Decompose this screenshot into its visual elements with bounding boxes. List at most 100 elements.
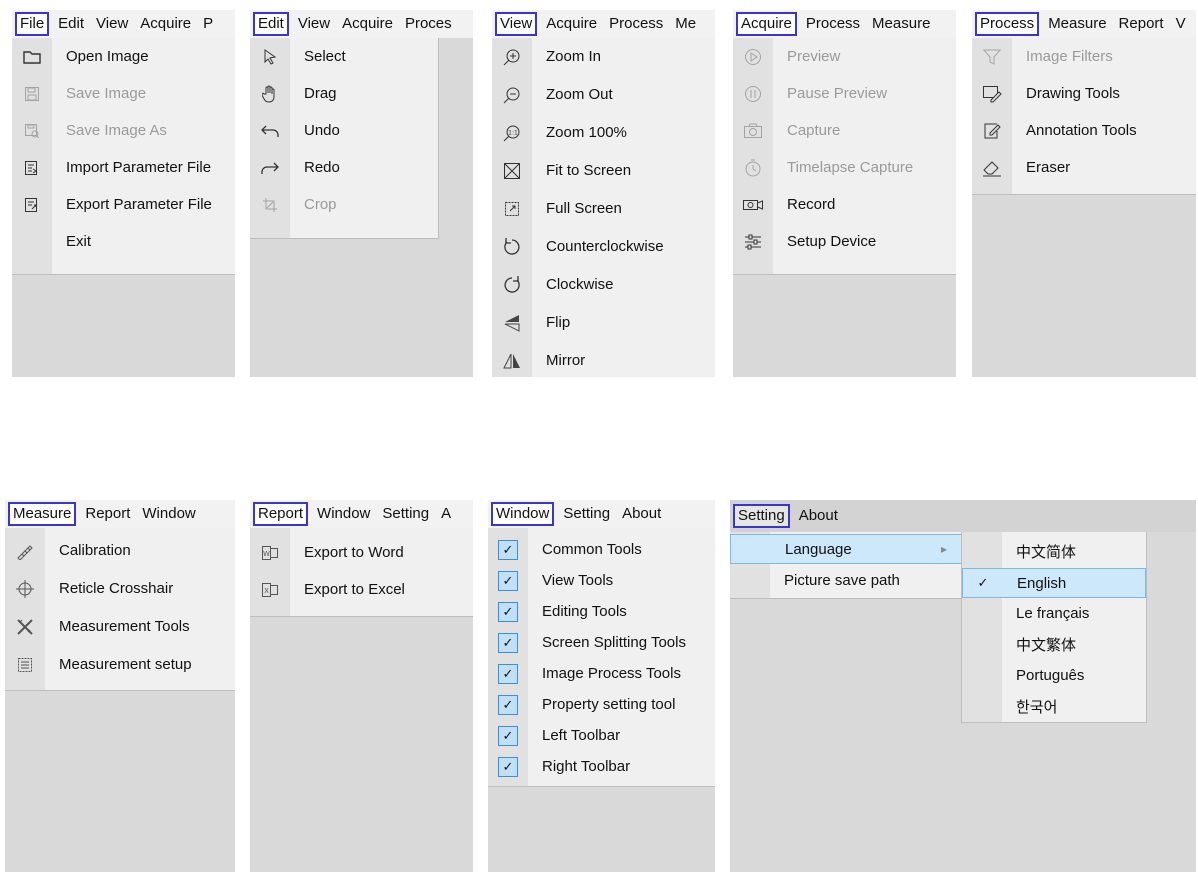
menu-item-image-process-tools[interactable]: ✓ Image Process Tools: [488, 658, 715, 689]
menu-item-save-image-as[interactable]: Save Image As: [12, 112, 235, 149]
menu-item-flip[interactable]: Flip: [492, 304, 715, 341]
menu-item-capture[interactable]: Capture: [733, 112, 956, 149]
menu-window-partial[interactable]: V: [1170, 11, 1192, 37]
menu-item-crop[interactable]: Crop: [250, 186, 438, 223]
menu-item-export-parameter-file[interactable]: Export Parameter File: [12, 186, 235, 223]
flip-icon: [492, 304, 532, 341]
menu-item-language[interactable]: Language ▸: [730, 534, 962, 564]
menu-item-eraser[interactable]: Eraser: [972, 149, 1196, 186]
acquire-menu-panel: Acquire Process Measure Preview Pause Pr…: [733, 10, 956, 377]
menu-file[interactable]: File: [15, 12, 50, 36]
menu-item-picture-save-path[interactable]: Picture save path: [730, 564, 962, 596]
menu-measure[interactable]: Measure: [8, 502, 77, 526]
menu-measure[interactable]: Measure: [1042, 11, 1112, 37]
menu-item-counterclockwise[interactable]: Counterclockwise: [492, 228, 715, 265]
eraser-icon: [972, 149, 1012, 186]
menu-window[interactable]: Window: [491, 502, 555, 526]
folder-icon: [12, 38, 52, 75]
menu-item-screen-splitting-tools[interactable]: ✓ Screen Splitting Tools: [488, 627, 715, 658]
menu-item-mirror[interactable]: Mirror: [492, 342, 715, 377]
menu-acquire[interactable]: Acquire: [736, 12, 797, 36]
language-option-korean[interactable]: 한국어: [962, 691, 1146, 722]
menu-item-drag[interactable]: Drag: [250, 75, 438, 112]
timer-icon: [733, 149, 773, 186]
menu-edit[interactable]: Edit: [52, 11, 90, 37]
menu-item-calibration[interactable]: Calibration: [5, 532, 235, 569]
menu-process-partial[interactable]: Proces: [399, 11, 458, 37]
excel-icon: X: [250, 571, 290, 608]
menu-item-editing-tools[interactable]: ✓ Editing Tools: [488, 596, 715, 627]
menu-item-export-to-excel[interactable]: X Export to Excel: [250, 571, 473, 608]
menu-view[interactable]: View: [90, 11, 134, 37]
menu-about[interactable]: About: [616, 501, 667, 527]
menu-item-annotation-tools[interactable]: Annotation Tools: [972, 112, 1196, 149]
menu-item-measurement-setup[interactable]: Measurement setup: [5, 646, 235, 683]
menu-item-fit-to-screen[interactable]: Fit to Screen: [492, 152, 715, 189]
language-option-portuguese[interactable]: Português: [962, 660, 1146, 691]
menu-process[interactable]: Process: [975, 12, 1040, 36]
menu-item-zoom-100[interactable]: 1:1 Zoom 100%: [492, 114, 715, 151]
menu-window[interactable]: Window: [136, 501, 201, 527]
menu-item-common-tools[interactable]: ✓ Common Tools: [488, 534, 715, 565]
menu-process[interactable]: Process: [603, 11, 669, 37]
menu-measure[interactable]: Measure: [866, 11, 936, 37]
menu-item-save-image[interactable]: Save Image: [12, 75, 235, 112]
menu-item-reticle-crosshair[interactable]: Reticle Crosshair: [5, 570, 235, 607]
menu-item-property-setting-tool[interactable]: ✓ Property setting tool: [488, 689, 715, 720]
menu-measure-partial[interactable]: Me: [669, 11, 702, 37]
menu-report[interactable]: Report: [1113, 11, 1170, 37]
menu-item-drawing-tools[interactable]: Drawing Tools: [972, 75, 1196, 112]
setting-menu-panel: Setting About Language ▸ Picture save pa…: [730, 500, 1196, 872]
menu-item-view-tools[interactable]: ✓ View Tools: [488, 565, 715, 596]
save-icon: [12, 75, 52, 112]
menu-item-left-toolbar[interactable]: ✓ Left Toolbar: [488, 720, 715, 751]
menu-item-select[interactable]: Select: [250, 38, 438, 75]
menu-item-undo[interactable]: Undo: [250, 112, 438, 149]
menu-item-clockwise[interactable]: Clockwise: [492, 266, 715, 303]
menu-item-pause-preview[interactable]: Pause Preview: [733, 75, 956, 112]
menu-item-timelapse-capture[interactable]: Timelapse Capture: [733, 149, 956, 186]
zoom-100-icon: 1:1: [492, 114, 532, 151]
menu-item-record[interactable]: Record: [733, 186, 956, 223]
full-screen-icon: [492, 190, 532, 227]
menu-setting[interactable]: Setting: [557, 501, 616, 527]
menu-item-exit[interactable]: Exit: [12, 223, 235, 260]
menu-item-right-toolbar[interactable]: ✓ Right Toolbar: [488, 751, 715, 782]
menu-about[interactable]: About: [793, 503, 844, 529]
menu-item-export-to-word[interactable]: W Export to Word: [250, 534, 473, 571]
play-icon: [733, 38, 773, 75]
menu-process-partial[interactable]: P: [197, 11, 219, 37]
menu-item-import-parameter-file[interactable]: Import Parameter File: [12, 149, 235, 186]
menu-view[interactable]: View: [292, 11, 336, 37]
menu-acquire[interactable]: Acquire: [134, 11, 197, 37]
menu-report[interactable]: Report: [253, 502, 309, 526]
menu-acquire[interactable]: Acquire: [336, 11, 399, 37]
menu-item-zoom-out[interactable]: Zoom Out: [492, 76, 715, 113]
language-option-zh-tw[interactable]: 中文繁体: [962, 629, 1146, 660]
checkmark-icon: ✓: [498, 601, 518, 622]
menu-item-measurement-tools[interactable]: Measurement Tools: [5, 608, 235, 645]
language-option-french[interactable]: Le français: [962, 598, 1146, 629]
menu-item-full-screen[interactable]: Full Screen: [492, 190, 715, 227]
language-option-zh-cn[interactable]: 中文简体: [962, 536, 1146, 567]
menu-report[interactable]: Report: [79, 501, 136, 527]
menu-setting[interactable]: Setting: [376, 501, 435, 527]
menu-item-redo[interactable]: Redo: [250, 149, 438, 186]
menu-about-partial[interactable]: A: [435, 501, 457, 527]
menu-item-setup-device[interactable]: Setup Device: [733, 223, 956, 260]
menu-item-preview[interactable]: Preview: [733, 38, 956, 75]
menu-item-image-filters[interactable]: Image Filters: [972, 38, 1196, 75]
menu-bar: Setting About: [730, 500, 1196, 532]
crosshair-icon: [5, 570, 45, 607]
menu-acquire[interactable]: Acquire: [540, 11, 603, 37]
menu-setting[interactable]: Setting: [733, 504, 790, 528]
file-menu-panel: File Edit View Acquire P Open Image Save…: [12, 10, 235, 377]
menu-view[interactable]: View: [495, 12, 538, 36]
menu-process[interactable]: Process: [800, 11, 866, 37]
menu-edit[interactable]: Edit: [253, 12, 289, 36]
language-option-english[interactable]: ✓ English: [962, 568, 1146, 598]
menu-item-zoom-in[interactable]: Zoom In: [492, 38, 715, 75]
menu-window[interactable]: Window: [311, 501, 376, 527]
menu-item-open-image[interactable]: Open Image: [12, 38, 235, 75]
pause-icon: [733, 75, 773, 112]
